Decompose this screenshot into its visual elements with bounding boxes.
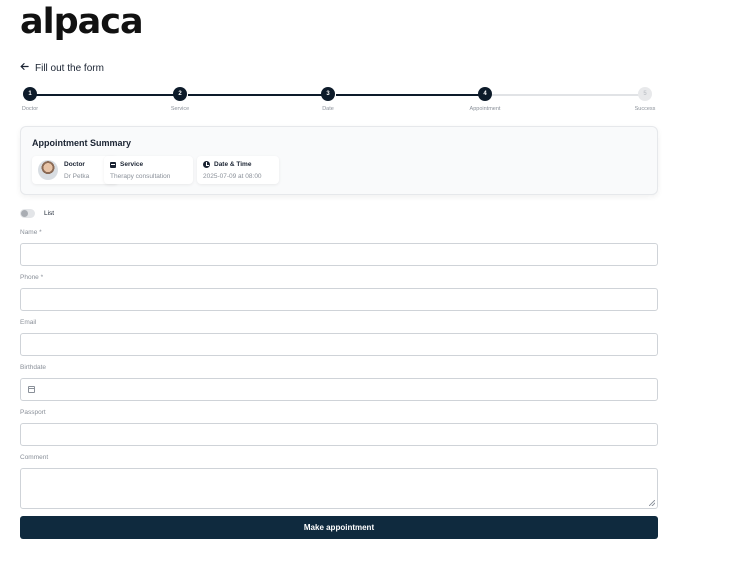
step-number: 4 <box>478 87 492 101</box>
summary-service-heading: Service <box>120 161 144 168</box>
phone-label: Phone * <box>20 274 44 281</box>
email-input[interactable] <box>21 334 657 355</box>
step-connector <box>336 94 486 96</box>
summary-datetime-heading: Date & Time <box>214 161 252 168</box>
summary-service-value: Therapy consultation <box>110 173 171 180</box>
comment-field[interactable] <box>20 468 658 509</box>
step-connector <box>188 94 329 96</box>
step-label: Service <box>170 106 190 112</box>
resize-handle-icon[interactable] <box>649 500 655 506</box>
arrow-left-icon <box>20 62 29 74</box>
calendar-icon[interactable] <box>28 386 35 393</box>
list-toggle-label: List <box>44 210 55 217</box>
list-toggle[interactable] <box>20 209 35 218</box>
step-label: Success <box>634 106 656 112</box>
name-label: Name * <box>20 229 42 236</box>
summary-doctor-value: Dr Petka <box>64 173 90 180</box>
summary-doctor-heading: Doctor <box>64 161 85 168</box>
service-icon <box>110 161 116 168</box>
step-number: 2 <box>173 87 187 101</box>
list-toggle-row: List <box>20 209 54 218</box>
appointment-summary-card: Appointment Summary Doctor Dr Petka Serv… <box>20 126 658 195</box>
step-number: 5 <box>638 87 652 101</box>
step-number: 1 <box>23 87 37 101</box>
birthdate-input[interactable] <box>21 379 657 400</box>
step-label: Doctor <box>21 106 39 112</box>
phone-field[interactable] <box>20 288 658 311</box>
summary-service: Service Therapy consultation <box>104 156 193 184</box>
email-field[interactable] <box>20 333 658 356</box>
make-appointment-button[interactable]: Make appointment <box>20 516 658 539</box>
step-connector <box>32 94 180 96</box>
step-connector <box>492 94 645 96</box>
back-link[interactable]: Fill out the form <box>20 62 104 74</box>
email-label: Email <box>20 319 37 326</box>
name-field[interactable] <box>20 243 658 266</box>
doctor-avatar <box>38 160 58 180</box>
clock-icon <box>203 161 210 168</box>
step-label: Appointment <box>469 106 501 112</box>
summary-title: Appointment Summary <box>32 138 132 148</box>
summary-datetime: Date & Time 2025-07-09 at 08:00 <box>197 156 279 184</box>
passport-field[interactable] <box>20 423 658 446</box>
step-number: 3 <box>321 87 335 101</box>
summary-datetime-value: 2025-07-09 at 08:00 <box>203 173 262 180</box>
back-link-label: Fill out the form <box>35 62 104 74</box>
birthdate-label: Birthdate <box>20 364 47 371</box>
comment-label: Comment <box>20 454 49 461</box>
phone-input[interactable] <box>21 289 657 310</box>
passport-input[interactable] <box>21 424 657 445</box>
alpaca-logo[interactable]: alpaca <box>20 2 144 42</box>
passport-label: Passport <box>20 409 46 416</box>
birthdate-field[interactable] <box>20 378 658 401</box>
step-label: Date <box>322 106 334 112</box>
name-input[interactable] <box>21 244 657 265</box>
progress-stepper: 1 Doctor 2 Service 3 Date 4 Appointment … <box>20 86 658 116</box>
